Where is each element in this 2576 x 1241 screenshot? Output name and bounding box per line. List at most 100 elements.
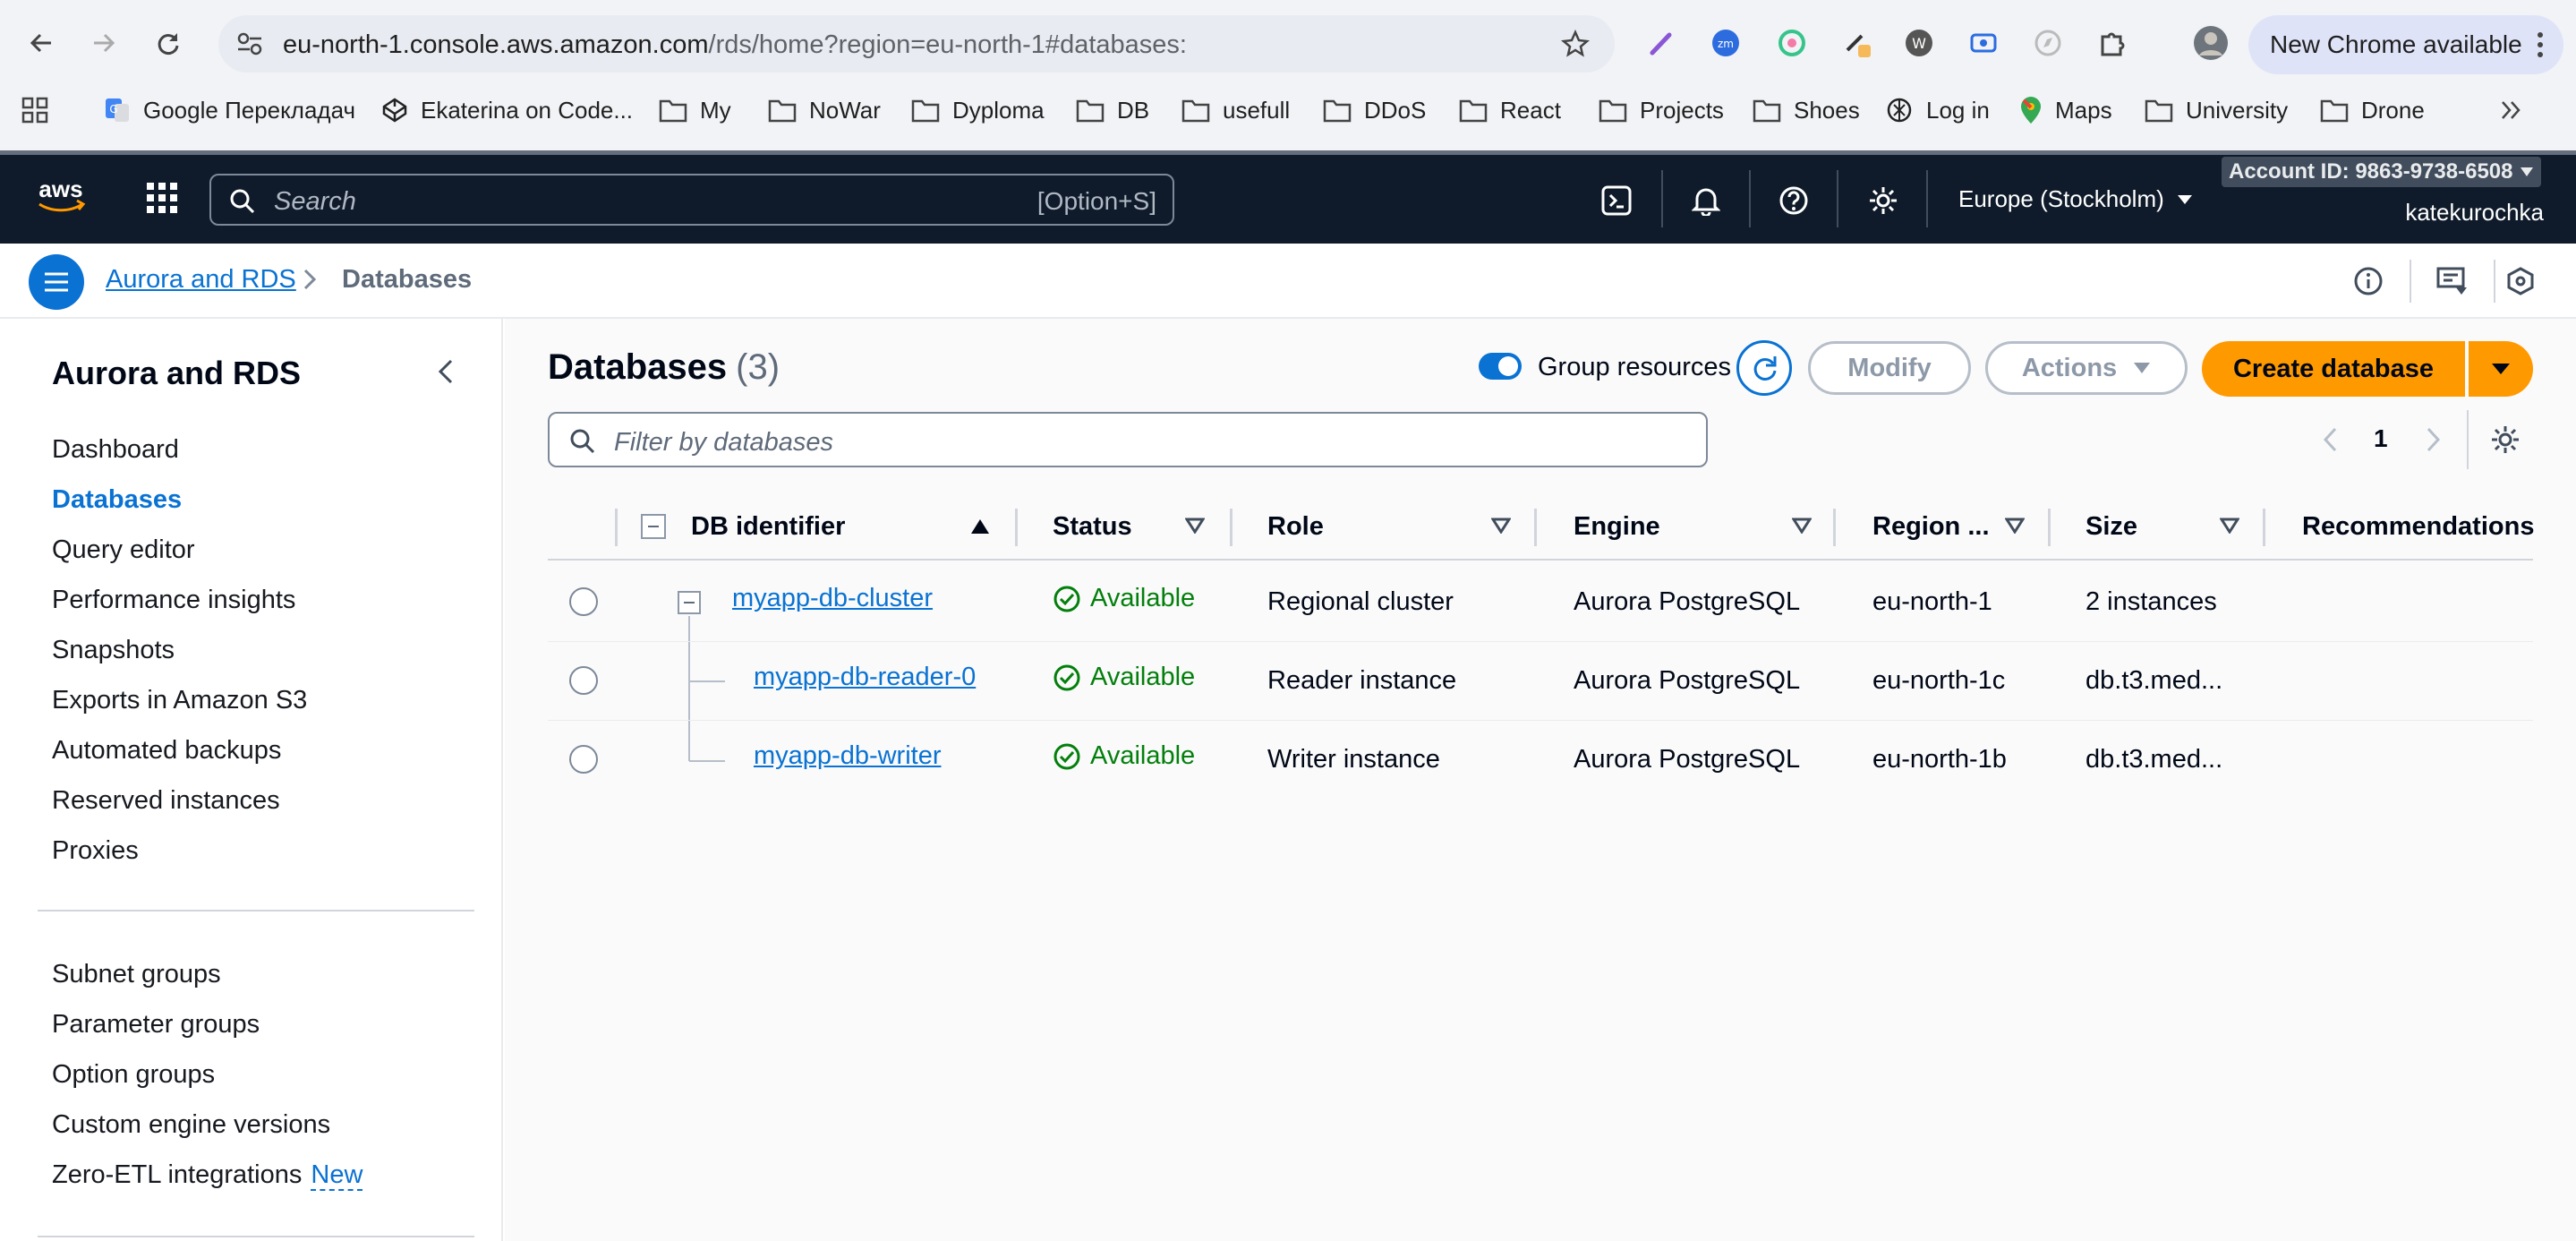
column-engine[interactable]: Engine [1574, 512, 1660, 542]
current-page[interactable]: 1 [2374, 424, 2388, 453]
bookmark-folder-db[interactable]: DB [1076, 95, 1149, 125]
sidebar-item-parameter-groups[interactable]: Parameter groups [52, 1010, 260, 1040]
new-chrome-available-button[interactable]: New Chrome available [2248, 15, 2563, 74]
notifications-bell-icon[interactable] [1686, 181, 1726, 220]
sidebar-item-dashboard[interactable]: Dashboard [52, 435, 179, 465]
db-identifier-link[interactable]: myapp-db-cluster [732, 584, 933, 613]
bookmark-maps[interactable]: Maps [2019, 95, 2112, 125]
column-role[interactable]: Role [1267, 512, 1324, 542]
bookmark-folder-usefull[interactable]: usefull [1181, 95, 1290, 125]
caret-down-icon [2177, 194, 2192, 204]
collapse-all-icon[interactable] [641, 514, 666, 539]
user-name[interactable]: katekurochka [2405, 199, 2544, 227]
column-status[interactable]: Status [1053, 512, 1132, 542]
compass-extension-icon[interactable] [2028, 23, 2068, 63]
refresh-button[interactable] [1736, 340, 1792, 396]
bookmark-folder-nowar[interactable]: NoWar [768, 95, 881, 125]
bookmark-folder-university[interactable]: University [2145, 95, 2288, 125]
side-nav-title[interactable]: Aurora and RDS [52, 355, 301, 392]
zoom-extension-icon[interactable]: zm [1706, 23, 1745, 63]
extensions-puzzle-icon[interactable] [2093, 23, 2132, 63]
sort-icon[interactable] [2220, 518, 2239, 534]
resource-panel-icon[interactable] [2501, 261, 2540, 301]
account-id-menu[interactable]: Account ID: 9863-9738-6508 [2222, 157, 2542, 187]
sidebar-item-option-groups[interactable]: Option groups [52, 1060, 215, 1090]
select-row-radio[interactable] [569, 666, 598, 695]
reload-icon[interactable] [147, 21, 190, 64]
forward-icon[interactable] [82, 21, 125, 64]
bookmark-star-icon[interactable] [1561, 30, 1590, 58]
sidebar-item-subnet-groups[interactable]: Subnet groups [52, 960, 221, 989]
aws-logo[interactable]: aws [32, 175, 90, 215]
breadcrumb-aurora-rds[interactable]: Aurora and RDS [106, 265, 296, 295]
sidebar-item-proxies[interactable]: Proxies [52, 836, 139, 866]
sort-icon[interactable] [1792, 518, 1812, 534]
db-identifier-link[interactable]: myapp-db-writer [754, 741, 942, 771]
sort-icon[interactable] [2005, 518, 2025, 534]
create-database-dropdown[interactable] [2469, 341, 2533, 397]
bookmark-folder-react[interactable]: React [1459, 95, 1561, 125]
caret-down-icon [2134, 363, 2151, 373]
notifications-panel-icon[interactable] [2433, 261, 2472, 301]
bookmark-folder-dyploma[interactable]: Dyploma [911, 95, 1045, 125]
sort-ascending-icon[interactable] [970, 518, 990, 535]
region-selector[interactable]: Europe (Stockholm) [1958, 185, 2193, 213]
record-extension-icon[interactable] [1964, 23, 2003, 63]
sidebar-item-performance-insights[interactable]: Performance insights [52, 586, 295, 615]
column-region[interactable]: Region ... [1872, 512, 1990, 542]
table-preferences-gear-icon[interactable] [2490, 424, 2521, 455]
back-icon[interactable] [20, 21, 63, 64]
address-bar[interactable]: eu-north-1.console.aws.amazon.com/rds/ho… [218, 15, 1615, 73]
color-extension-icon[interactable] [1772, 23, 1812, 63]
modify-button[interactable]: Modify [1808, 341, 1971, 395]
column-size[interactable]: Size [2086, 512, 2137, 542]
more-icon[interactable] [2537, 31, 2544, 58]
profile-avatar[interactable] [2191, 23, 2231, 63]
sidebar-item-databases[interactable]: Databases [52, 485, 182, 515]
collapse-nav-icon[interactable] [435, 358, 456, 385]
info-icon[interactable] [2349, 261, 2388, 301]
bookmark-folder-ddos[interactable]: DDoS [1323, 95, 1426, 125]
cloudshell-icon[interactable] [1597, 181, 1636, 220]
filter-databases-input[interactable]: Filter by databases [548, 412, 1708, 467]
previous-page-icon[interactable] [2322, 426, 2338, 453]
next-page-icon[interactable] [2426, 426, 2442, 453]
pen-extension-icon[interactable] [1642, 23, 1681, 63]
expand-cluster-icon[interactable] [678, 591, 701, 614]
bookmark-folder-shoes[interactable]: Shoes [1753, 95, 1860, 125]
sidebar-item-snapshots[interactable]: Snapshots [52, 636, 175, 665]
sidebar-item-zero-etl[interactable]: Zero-ETL integrations New [52, 1160, 363, 1191]
eyedropper-extension-icon[interactable] [1838, 23, 1878, 63]
create-database-button[interactable]: Create database [2202, 341, 2465, 397]
bookmark-folder-drone[interactable]: Drone [2320, 95, 2425, 125]
bookmark-codepen[interactable]: Ekaterina on Code... [381, 95, 633, 125]
db-identifier-link[interactable]: myapp-db-reader-0 [754, 663, 976, 692]
more-bookmarks-icon[interactable] [2499, 95, 2535, 125]
bookmark-login[interactable]: Log in [1885, 95, 1990, 125]
sort-icon[interactable] [1185, 518, 1205, 534]
role-cell: Regional cluster [1267, 587, 1454, 616]
sidebar-item-exports-s3[interactable]: Exports in Amazon S3 [52, 686, 307, 715]
bookmark-folder-my[interactable]: My [659, 95, 731, 125]
column-db-identifier[interactable]: DB identifier [691, 512, 845, 542]
settings-gear-icon[interactable] [1864, 181, 1903, 220]
sidebar-item-automated-backups[interactable]: Automated backups [52, 736, 281, 766]
sort-icon[interactable] [1491, 518, 1511, 534]
bookmark-folder-projects[interactable]: Projects [1599, 95, 1724, 125]
sidebar-item-query-editor[interactable]: Query editor [52, 535, 195, 565]
sidebar-item-reserved-instances[interactable]: Reserved instances [52, 786, 280, 816]
column-recommendations[interactable]: Recommendations [2302, 512, 2534, 542]
select-row-radio[interactable] [569, 745, 598, 774]
side-nav-toggle[interactable] [29, 254, 84, 310]
apps-grid-icon[interactable] [21, 95, 61, 125]
actions-button[interactable]: Actions [1985, 341, 2188, 395]
services-menu-icon[interactable] [145, 181, 179, 215]
site-info-icon[interactable] [236, 31, 263, 56]
w-extension-icon[interactable]: W [1899, 23, 1939, 63]
bookmark-google-translate[interactable]: G Google Перекладач [104, 95, 355, 125]
select-row-radio[interactable] [569, 587, 598, 616]
console-search-input[interactable]: Search [Option+S] [209, 174, 1174, 226]
sidebar-item-custom-engine-versions[interactable]: Custom engine versions [52, 1110, 330, 1140]
group-resources-toggle[interactable] [1479, 353, 1522, 380]
help-icon[interactable] [1774, 181, 1813, 220]
